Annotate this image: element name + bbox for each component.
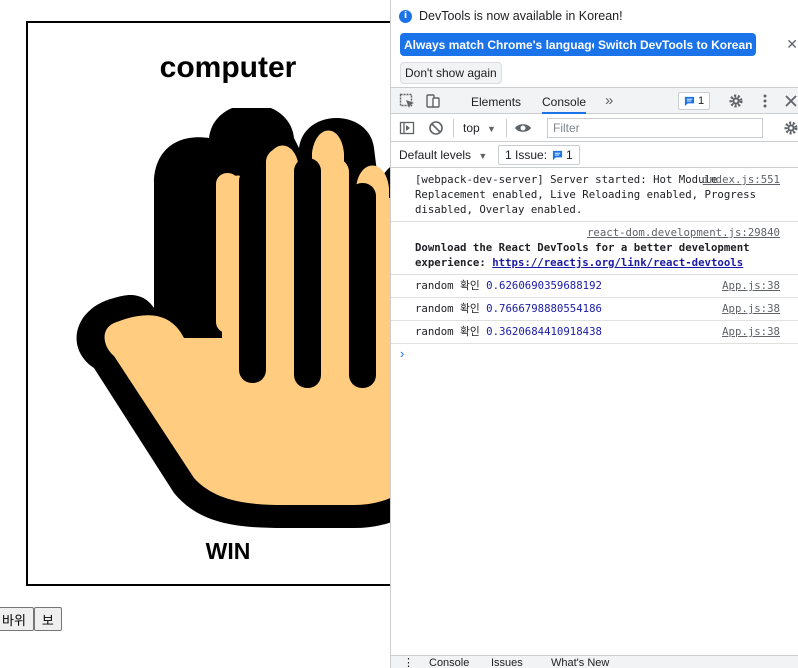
drawer-tabbar: ⋮ Console Issues What's New [391,655,798,668]
devtools-panel: i DevTools is now available in Korean! A… [390,0,798,668]
clear-console-icon[interactable] [428,120,444,136]
issue-message-icon [552,150,563,160]
paper-hand-image [76,108,390,528]
console-output: [webpack-dev-server] Server started: Hot… [391,169,798,364]
inspect-element-icon[interactable] [399,93,415,109]
dropdown-arrow-icon: ▼ [478,151,488,161]
log-levels-dropdown[interactable]: Default levels ▼ [399,148,487,162]
sidebar-toggle-icon[interactable] [399,120,415,136]
choice-buttons: 바위 보 [0,607,62,631]
tab-elements[interactable]: Elements [471,95,521,109]
levels-bar: Default levels ▼ 1 Issue: 1 [391,142,798,168]
source-link[interactable]: react-dom.development.js:29840 [587,225,780,240]
source-link[interactable]: App.js:38 [722,278,780,293]
language-infobar: i DevTools is now available in Korean! A… [391,0,798,88]
rock-button[interactable]: 바위 [0,607,34,631]
close-devtools-icon[interactable] [783,93,798,109]
console-log-row: [webpack-dev-server] Server started: Hot… [391,169,798,222]
messages-badge[interactable]: 1 [678,92,710,110]
dropdown-arrow-icon: ▼ [487,124,496,134]
drawer-tab-issues[interactable]: Issues [491,657,523,668]
console-log-row: random 확인 0.6260690359688192 App.js:38 [391,275,798,298]
live-expression-eye-icon[interactable] [514,120,532,136]
settings-gear-icon[interactable] [728,93,744,109]
console-toolbar: top ▼ Filter [391,114,798,142]
info-icon: i [399,9,412,23]
computer-card: computer WIN [26,21,390,586]
match-language-button[interactable]: Always match Chrome's language [400,33,603,56]
drawer-tab-whats-new[interactable]: What's New [551,657,609,668]
drawer-menu-icon[interactable]: ⋮ [403,656,414,668]
source-link[interactable]: App.js:38 [722,301,780,316]
paper-button[interactable]: 보 [33,607,62,631]
source-link[interactable]: App.js:38 [722,324,780,339]
issues-button[interactable]: 1 Issue: 1 [498,145,580,165]
message-icon [684,96,695,106]
source-link[interactable]: index.js:551 [703,172,780,187]
console-settings-icon[interactable] [783,120,798,136]
console-prompt[interactable]: › [391,344,798,364]
close-icon[interactable]: ✕ [786,36,798,53]
tab-console[interactable]: Console [542,95,587,114]
context-selector[interactable]: top ▼ [463,121,496,135]
dont-show-again-button[interactable]: Don't show again [400,62,502,84]
more-tabs-icon[interactable]: » [605,92,613,109]
switch-korean-button[interactable]: Switch DevTools to Korean [594,33,757,56]
infobar-message: DevTools is now available in Korean! [419,9,623,23]
console-log-row: react-dom.development.js:29840 Download … [391,222,798,275]
drawer-tab-console[interactable]: Console [429,657,469,668]
filter-input[interactable]: Filter [547,118,763,138]
result-text: WIN [205,538,251,564]
react-devtools-link[interactable]: https://reactjs.org/link/react-devtools [492,256,743,269]
console-log-row: random 확인 0.3620684410918438 App.js:38 [391,321,798,344]
device-toolbar-icon[interactable] [425,93,441,109]
console-log-row: random 확인 0.7666798880554186 App.js:38 [391,298,798,321]
player-title: computer [159,51,297,84]
web-page: computer WIN 바위 보 [0,0,390,668]
more-options-icon[interactable] [757,93,773,109]
devtools-tabbar: Elements Console » 1 [391,88,798,114]
